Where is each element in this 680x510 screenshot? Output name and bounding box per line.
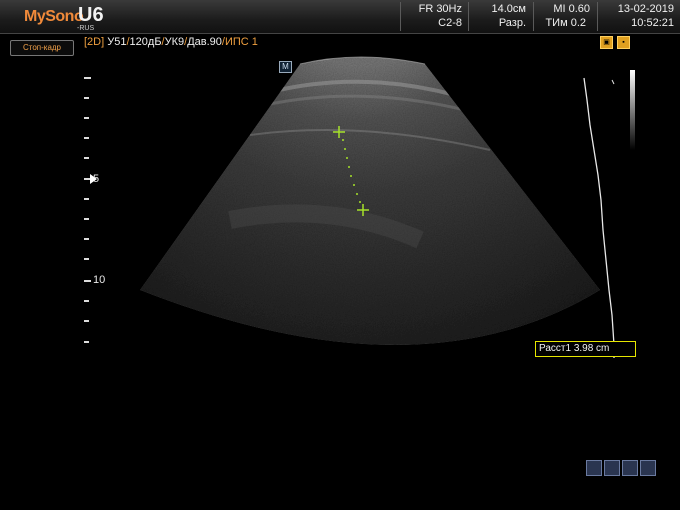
depth-tick <box>84 341 89 343</box>
depth-tick <box>84 320 89 322</box>
depth-tick <box>84 218 89 220</box>
grayscale-bar <box>630 70 635 150</box>
depth-tick <box>84 137 89 139</box>
depth-tick <box>84 77 91 79</box>
depth-tick <box>84 198 89 200</box>
depth-tick <box>84 280 91 282</box>
depth-tick <box>84 117 89 119</box>
measurement-result: Расст1 3.98 cm <box>535 341 636 357</box>
depth-tick <box>84 157 89 159</box>
monitor-icon[interactable] <box>604 460 620 476</box>
ultrasound-image <box>140 56 615 358</box>
depth-tick <box>84 97 89 99</box>
depth-tick <box>84 258 89 260</box>
depth-label-10: 10 <box>93 274 106 286</box>
focus-marker-icon[interactable] <box>90 174 97 184</box>
bottom-status-icons <box>586 460 658 478</box>
network-icon[interactable] <box>640 460 656 476</box>
depth-tick <box>84 238 89 240</box>
depth-tick <box>84 300 89 302</box>
orientation-marker: M <box>279 61 292 73</box>
tgc-curve <box>583 77 615 358</box>
disk-icon[interactable] <box>586 460 602 476</box>
usb-icon[interactable] <box>622 460 638 476</box>
